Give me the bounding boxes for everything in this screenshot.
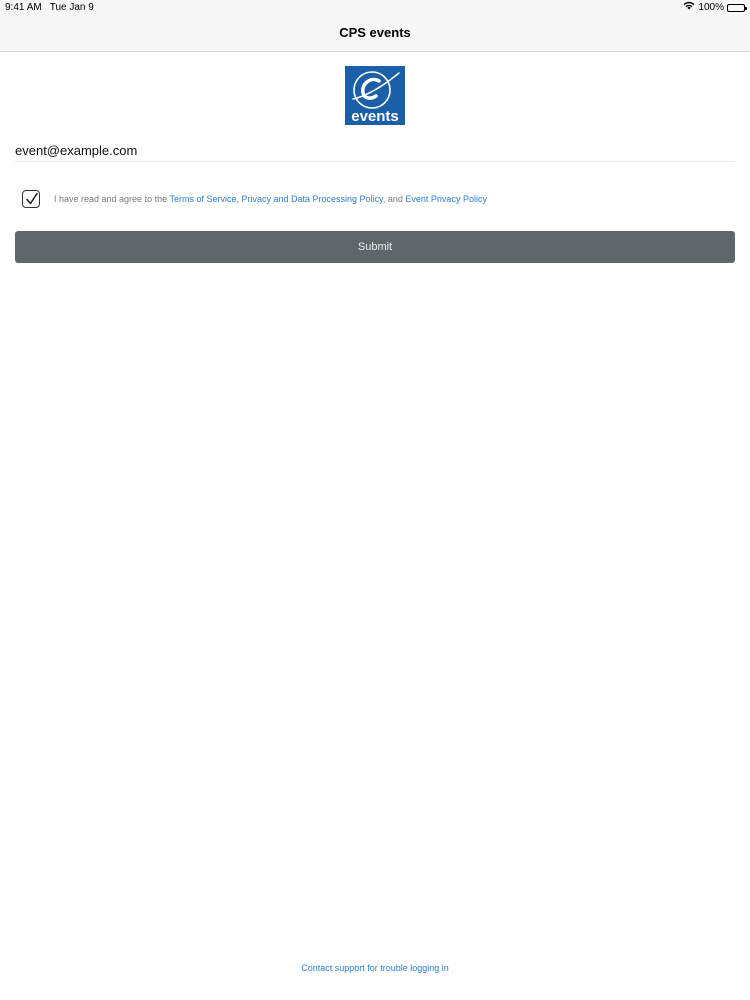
cps-events-logo: events <box>345 66 405 125</box>
svg-text:events: events <box>351 108 399 125</box>
terms-of-service-link[interactable]: Terms of Service <box>169 194 236 204</box>
status-date: Tue Jan 9 <box>49 2 94 13</box>
status-bar: 9:41 AM Tue Jan 9 100% <box>0 0 750 16</box>
battery-icon <box>727 4 747 12</box>
status-left: 9:41 AM Tue Jan 9 <box>5 0 94 16</box>
checkmark-icon <box>26 192 38 205</box>
agree-separator-2: , and <box>382 194 406 204</box>
contact-support-link[interactable]: Contact support for trouble logging in <box>0 963 750 973</box>
status-time: 9:41 AM <box>5 2 42 13</box>
agree-checkbox[interactable] <box>22 190 40 208</box>
nav-bar: CPS events <box>0 16 750 52</box>
agree-text: I have read and agree to the Terms of Se… <box>54 193 487 205</box>
privacy-policy-link[interactable]: Privacy and Data Processing Policy <box>241 194 382 204</box>
agree-row: I have read and agree to the Terms of Se… <box>22 190 732 210</box>
submit-button[interactable]: Submit <box>15 231 735 263</box>
agree-prefix: I have read and agree to the <box>54 194 170 204</box>
battery-percent: 100% <box>698 2 724 13</box>
status-right: 100% <box>683 0 747 16</box>
wifi-icon <box>683 0 695 16</box>
email-field[interactable] <box>15 140 735 162</box>
event-privacy-policy-link[interactable]: Event Privacy Policy <box>405 194 487 204</box>
page-title: CPS events <box>339 25 411 40</box>
